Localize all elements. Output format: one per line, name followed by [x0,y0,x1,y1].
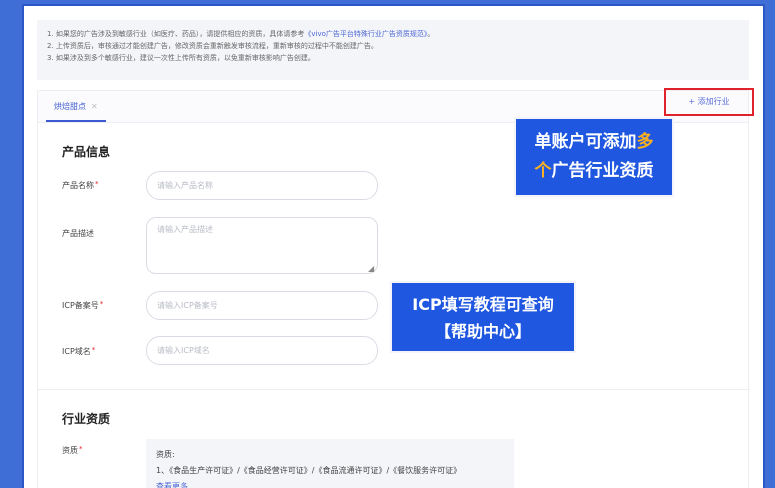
industry-qual-title: 行业资质 [62,412,111,426]
product-info-title: 产品信息 [62,145,111,159]
notice-line-3: 3. 如果涉及到多个敏感行业，建议一次性上传所有资质，以免重新审核影响广告创建。 [47,54,315,62]
icp-number-input[interactable] [146,291,378,320]
resize-handle-icon[interactable]: ◢ [368,264,374,273]
qualification-page: 1. 如果您的广告涉及到敏感行业（如医疗、药品），请提供相应的资质，具体请参考《… [22,4,765,488]
tab-label: 烘焙甜点 [54,102,86,111]
icp-domain-input[interactable] [146,336,378,365]
notice-line-2: 2. 上传资质后，审核通过才能创建广告，修改资质会重新触发审核流程，重新审核的过… [47,42,378,50]
view-more-link[interactable]: 查看更多 [156,479,504,488]
icp-number-label: ICP备案号* [62,300,104,310]
product-name-input[interactable] [146,171,378,200]
product-desc-label: 产品描述 [62,229,94,238]
icp-help-callout: ICP填写教程可查询 【帮助中心】 [390,281,576,353]
product-desc-textarea[interactable] [146,217,378,274]
qualification-box: 资质: 1、《食品生产许可证》/《食品经营许可证》/《食品流通许可证》/《餐饮服… [146,439,514,488]
qual-list: 1、《食品生产许可证》/《食品经营许可证》/《食品流通许可证》/《餐饮服务许可证… [156,466,462,475]
close-icon[interactable]: ✕ [91,102,98,111]
notice-panel: 1. 如果您的广告涉及到敏感行业（如医疗、药品），请提供相应的资质，具体请参考《… [37,20,749,80]
qualification-label: 资质* [62,445,83,455]
add-industry-button[interactable]: + 添加行业 [664,88,754,116]
notice-line-1: 1. 如果您的广告涉及到敏感行业（如医疗、药品），请提供相应的资质，具体请参考《… [47,30,435,38]
qualification-spec-link[interactable]: 《vivo广告平台特殊行业广告资质规范》 [304,30,427,38]
icp-domain-label: ICP域名* [62,346,96,356]
tab-baking-dessert[interactable]: 烘焙甜点 ✕ [46,91,106,122]
qual-heading: 资质: [156,450,175,459]
multi-industry-callout: 单账户可添加多 个广告行业资质 [514,117,674,197]
section-divider [38,389,750,390]
product-name-label: 产品名称* [62,180,99,190]
